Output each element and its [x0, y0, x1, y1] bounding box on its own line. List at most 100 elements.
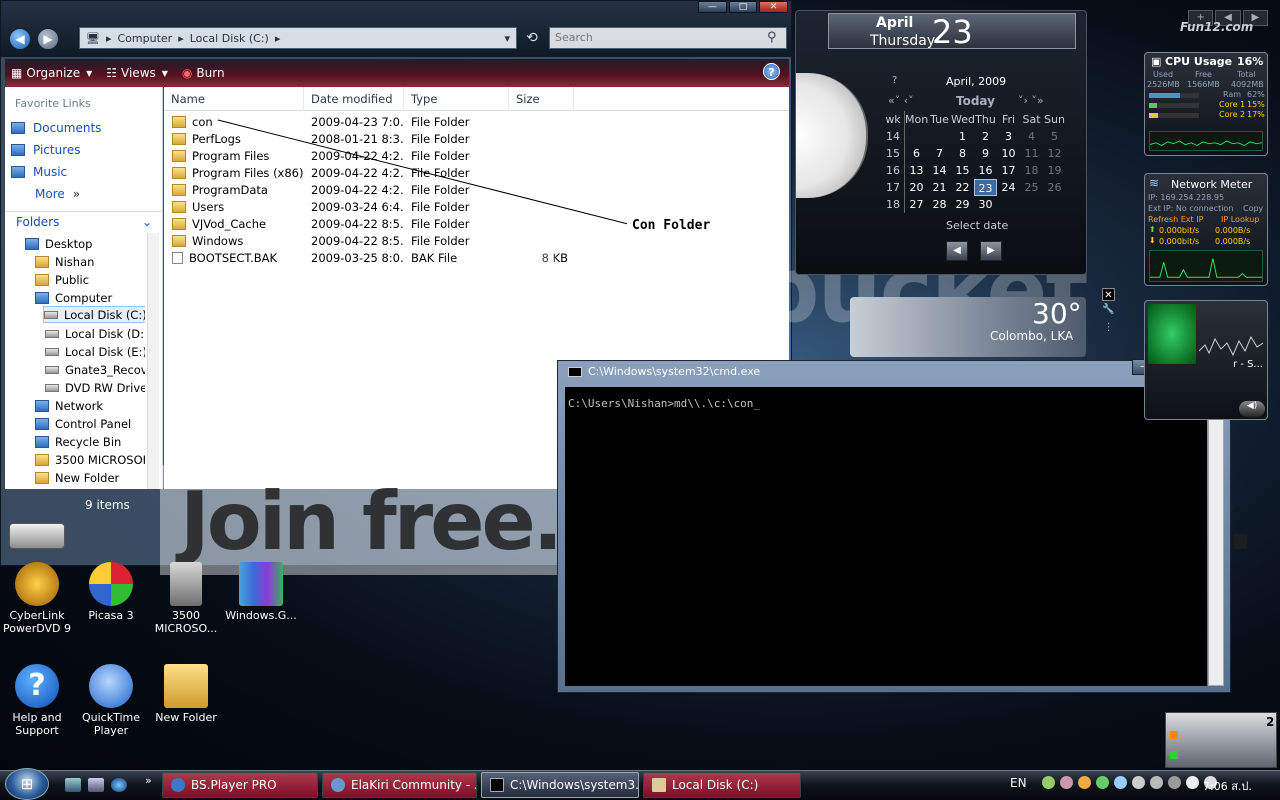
calendar-day[interactable]: 23 — [974, 179, 997, 196]
ip-lookup-link[interactable]: IP Lookup — [1221, 215, 1259, 224]
refresh-ext-ip-link[interactable]: Refresh Ext IP — [1148, 215, 1203, 224]
tree-item-gnate3[interactable]: Gnate3_Recove — [45, 361, 145, 378]
table-row[interactable]: Program Files 2009-04-22 4:2... File Folde… — [164, 147, 594, 164]
burn-button[interactable]: ◉ Burn — [182, 66, 225, 80]
internet-explorer-icon[interactable] — [111, 778, 127, 792]
breadcrumb-local-disk[interactable]: Local Disk (C:) — [190, 32, 269, 45]
tree-item-recycle-bin[interactable]: Recycle Bin — [35, 433, 121, 450]
fav-documents[interactable]: Documents — [11, 121, 101, 135]
tree-item-computer[interactable]: Computer — [35, 289, 112, 306]
table-row[interactable]: ProgramData 2009-04-22 4:2... File Folder — [164, 181, 594, 198]
tree-item-network[interactable]: Network — [35, 397, 103, 414]
fav-music[interactable]: Music — [11, 165, 67, 179]
taskbar-bsplayer[interactable]: BS.Player PRO — [162, 772, 318, 798]
taskbar-cmd[interactable]: C:\Windows\system3... — [481, 772, 639, 798]
tree-item-dvd[interactable]: DVD RW Drive — [45, 379, 145, 396]
calendar-day[interactable]: 9 — [974, 145, 997, 162]
tray-app-icon[interactable] — [1150, 776, 1163, 789]
fav-pictures[interactable]: Pictures — [11, 143, 81, 157]
drag-handle-icon[interactable]: ⋮ — [1102, 322, 1115, 338]
table-row[interactable]: PerfLogs 2008-01-21 8:3... File Folder — [164, 130, 594, 147]
switch-windows-icon[interactable] — [88, 778, 104, 792]
calendar-day[interactable] — [1043, 196, 1066, 213]
language-indicator[interactable]: EN — [1010, 776, 1027, 790]
calendar-day[interactable]: 1 — [951, 128, 974, 145]
calendar-day[interactable]: 8 — [951, 145, 974, 162]
calendar-day[interactable]: 2 — [974, 128, 997, 145]
tree-item-control-panel[interactable]: Control Panel — [35, 415, 131, 432]
tree-item-new-folder[interactable]: New Folder — [35, 469, 119, 486]
calendar-help[interactable]: ? — [892, 75, 897, 86]
views-button[interactable]: ☷ Views ▼ — [106, 66, 168, 80]
next-month-button[interactable]: ▶ — [980, 241, 1002, 261]
calendar-day[interactable]: 5 — [1043, 128, 1066, 145]
column-size[interactable]: Size — [509, 87, 574, 111]
table-row[interactable]: Users 2009-03-24 6:4... File Folder — [164, 198, 594, 215]
calendar-day[interactable]: 21 — [928, 179, 951, 196]
calendar-day[interactable]: 13 — [905, 162, 928, 179]
column-date[interactable]: Date modified — [304, 87, 404, 111]
calendar-day[interactable]: 6 — [905, 145, 928, 162]
calendar-day[interactable]: 19 — [1043, 162, 1066, 179]
organize-button[interactable]: ▦ Organize ▼ — [11, 66, 92, 80]
calendar-day[interactable] — [905, 128, 928, 145]
desktop-icon-powerdvd[interactable]: CyberLink PowerDVD 9 — [2, 562, 72, 635]
tray-app-icon[interactable] — [1042, 776, 1055, 789]
tray-app-icon[interactable] — [1114, 776, 1127, 789]
refresh-button[interactable]: ⟲ — [520, 27, 544, 49]
tray-app-icon[interactable] — [1096, 776, 1109, 789]
tree-item-local-disk-e[interactable]: Local Disk (E:) — [45, 343, 145, 360]
address-bar[interactable]: 🖥 ▸ Computer ▸ Local Disk (C:) ▸ ▾ — [79, 27, 517, 49]
column-type[interactable]: Type — [404, 87, 509, 111]
gadget-close-icon[interactable]: ✕ — [1102, 288, 1115, 301]
next-year-icon[interactable]: ˅› ˅» — [1018, 94, 1044, 107]
calendar-day[interactable]: 16 — [974, 162, 997, 179]
copy-link[interactable]: Copy — [1243, 204, 1263, 213]
search-icon[interactable]: ⚲ — [767, 30, 777, 45]
desktop-icon-picasa[interactable]: Picasa 3 — [76, 562, 146, 622]
tree-item-desktop[interactable]: Desktop — [25, 235, 92, 252]
table-row[interactable]: con 2009-04-23 7:0... File Folder — [164, 113, 594, 130]
weather-gadget[interactable]: 30° Colombo, LKA — [850, 297, 1086, 357]
calendar-day[interactable]: 24 — [997, 179, 1020, 196]
start-button[interactable]: ⊞ — [5, 768, 49, 800]
wrench-icon[interactable]: 🔧 — [1102, 304, 1115, 317]
search-input[interactable]: Search — [549, 27, 787, 49]
folders-header[interactable]: Folders ⌄ — [5, 211, 163, 231]
calendar-day[interactable]: 20 — [905, 179, 928, 196]
calendar-day[interactable]: 3 — [997, 128, 1020, 145]
cmd-window[interactable]: C:\Windows\system32\cmd.exe — □ ✕ C:\Use… — [557, 359, 1231, 693]
show-desktop-icon[interactable] — [65, 778, 81, 792]
calendar-gadget[interactable]: April Thursday 23 ? April, 2009 «˅ ‹˅ To… — [795, 10, 1087, 275]
calendar-day[interactable]: 22 — [951, 179, 974, 196]
calendar-day[interactable]: 25 — [1020, 179, 1043, 196]
breadcrumb-computer[interactable]: Computer — [118, 32, 173, 45]
calendar-day[interactable]: 28 — [928, 196, 951, 213]
calendar-day[interactable] — [1020, 196, 1043, 213]
tray-app-icon[interactable] — [1168, 776, 1181, 789]
tray-app-icon[interactable] — [1132, 776, 1145, 789]
tree-scrollbar[interactable] — [147, 233, 159, 489]
desktop-icon-quicktime[interactable]: QuickTime Player — [76, 664, 146, 737]
calendar-day[interactable]: 10 — [997, 145, 1020, 162]
calendar-day[interactable]: 11 — [1020, 145, 1043, 162]
taskbar-elakiri[interactable]: ElaKiri Community - ... — [322, 772, 477, 798]
mini-gadget[interactable]: 2 — [1165, 712, 1277, 768]
tree-item-nishan[interactable]: Nishan — [35, 253, 94, 270]
fav-more[interactable]: More » — [35, 187, 80, 201]
forward-button[interactable]: ▶ — [37, 28, 59, 50]
network-meter-gadget[interactable]: ≋ Network Meter IP: 169.254.228.95 Ext I… — [1144, 173, 1268, 286]
tray-app-icon[interactable] — [1078, 776, 1091, 789]
media-gadget[interactable]: r - S... ◀) — [1144, 300, 1268, 420]
desktop-icon-3500[interactable]: 3500 MICROSO... — [151, 562, 221, 635]
calendar-day[interactable]: 26 — [1043, 179, 1066, 196]
calendar-day[interactable]: 27 — [905, 196, 928, 213]
tree-item-public[interactable]: Public — [35, 271, 89, 288]
tree-item-3500[interactable]: 3500 MICROSOFT — [35, 451, 145, 468]
volume-button[interactable]: ◀) — [1239, 401, 1265, 417]
column-name[interactable]: Name — [164, 87, 304, 111]
calendar-day[interactable]: 14 — [928, 162, 951, 179]
desktop-icon-windows-g[interactable]: Windows.G... — [225, 562, 297, 622]
prev-month-button[interactable]: ◀ — [946, 241, 968, 261]
quick-launch-more-icon[interactable]: » — [145, 774, 152, 787]
